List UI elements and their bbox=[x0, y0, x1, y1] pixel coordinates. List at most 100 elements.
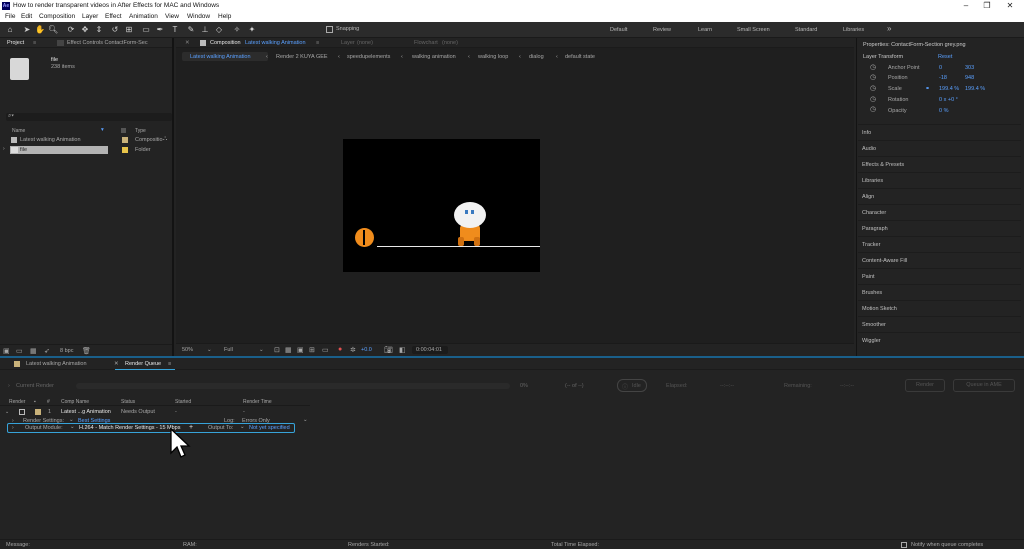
menu-help[interactable]: Help bbox=[218, 13, 231, 20]
rectangle-tool-icon[interactable]: ▭ bbox=[141, 25, 151, 35]
trash-icon[interactable]: 🗑︎ bbox=[82, 347, 91, 355]
tab-composition-name[interactable]: Latest walking Animation bbox=[245, 40, 306, 46]
dolly-tool-icon[interactable]: ⇕ bbox=[94, 25, 104, 35]
panel-character[interactable]: Character bbox=[862, 210, 886, 216]
property-value[interactable]: 0 bbox=[939, 65, 942, 71]
maximize-icon[interactable]: ❐ bbox=[981, 1, 993, 11]
hand-tool-icon[interactable]: ✋ bbox=[35, 25, 45, 35]
list-item[interactable]: Latest walking Animation Compositio ⛬ bbox=[0, 136, 172, 145]
zoom-dropdown[interactable]: 50% bbox=[182, 347, 193, 353]
stopwatch-icon[interactable]: ◷ bbox=[870, 95, 876, 103]
pan-behind-tool-icon[interactable]: ⊞ bbox=[124, 25, 134, 35]
panel-align[interactable]: Align bbox=[862, 194, 874, 200]
channel-icon[interactable]: ● bbox=[338, 346, 342, 353]
column-started[interactable]: Started bbox=[175, 399, 191, 405]
timecode-field[interactable]: 0:00:04:01 bbox=[412, 346, 448, 354]
panel-motion-sketch[interactable]: Motion Sketch bbox=[862, 306, 897, 312]
pan-tool-icon[interactable]: ✥ bbox=[80, 25, 90, 35]
menu-composition[interactable]: Composition bbox=[39, 13, 75, 20]
output-module-row[interactable]: › Output Module: ⌄ H.264 - Match Render … bbox=[7, 423, 295, 433]
menu-effect[interactable]: Effect bbox=[105, 13, 122, 20]
breadcrumb-item[interactable]: Render 2 KUYA GEE bbox=[276, 54, 328, 60]
panel-content-aware-fill[interactable]: Content-Aware Fill bbox=[862, 258, 907, 264]
column-comp-name[interactable]: Comp Name bbox=[61, 399, 89, 405]
breadcrumb-item[interactable]: dialog bbox=[529, 54, 544, 60]
panel-wiggler[interactable]: Wiggler bbox=[862, 338, 881, 344]
clone-stamp-tool-icon[interactable]: ⊥ bbox=[200, 25, 210, 35]
close-tab-icon[interactable]: ✕ bbox=[185, 40, 190, 46]
tab-effect-controls[interactable]: Effect Controls ContactForm-Sec bbox=[67, 40, 148, 46]
panel-libraries[interactable]: Libraries bbox=[862, 178, 883, 184]
mask-visibility-icon[interactable]: ▣ bbox=[297, 346, 304, 354]
close-tab-icon[interactable]: ✕ bbox=[114, 361, 119, 367]
breadcrumb-item[interactable]: speedupelements bbox=[347, 54, 390, 60]
menu-layer[interactable]: Layer bbox=[82, 13, 98, 20]
snapshot-icon[interactable]: 📷︎ bbox=[384, 346, 393, 354]
new-composition-icon[interactable]: ▦ bbox=[30, 347, 37, 355]
exposure-value[interactable]: +0.0 bbox=[361, 347, 372, 353]
menu-edit[interactable]: Edit bbox=[21, 13, 32, 20]
property-value[interactable]: -18 bbox=[939, 75, 947, 81]
tab-composition[interactable]: Composition bbox=[210, 40, 241, 46]
tab-menu-icon[interactable]: ≡ bbox=[168, 361, 171, 367]
menu-view[interactable]: View bbox=[165, 13, 179, 20]
column-status[interactable]: Status bbox=[121, 399, 135, 405]
output-to-value[interactable]: Not yet specified bbox=[249, 425, 290, 431]
expand-arrow-icon[interactable]: › bbox=[8, 383, 10, 389]
sort-icon[interactable]: ▾ bbox=[101, 127, 104, 133]
breadcrumb-item[interactable]: walking loop bbox=[478, 54, 508, 60]
chevron-down-icon[interactable]: ⌄ bbox=[240, 424, 245, 430]
notify-checkbox[interactable] bbox=[901, 542, 907, 548]
bpc-label[interactable]: 8 bpc bbox=[60, 348, 73, 354]
interpret-footage-icon[interactable]: ▣ bbox=[3, 347, 10, 355]
chevron-down-icon[interactable]: ⌄ bbox=[259, 347, 264, 353]
selection-tool-icon[interactable]: ➤ bbox=[22, 25, 32, 35]
toggle-3d-icon[interactable]: ▭ bbox=[322, 346, 329, 354]
stopwatch-icon[interactable]: ◷ bbox=[870, 73, 876, 81]
breadcrumb-item[interactable]: walking animation bbox=[412, 54, 456, 60]
panel-smoother[interactable]: Smoother bbox=[862, 322, 886, 328]
stopwatch-icon[interactable]: ◷ bbox=[870, 105, 876, 113]
eraser-tool-icon[interactable]: ◇ bbox=[214, 25, 224, 35]
breadcrumb-item[interactable]: Latest walking Animation bbox=[190, 54, 251, 60]
project-search-input[interactable]: ⌕▾ bbox=[6, 113, 172, 121]
new-folder-icon[interactable]: ▭ bbox=[16, 347, 23, 355]
column-render[interactable]: Render bbox=[9, 399, 25, 405]
guides-icon[interactable]: ⊞ bbox=[309, 346, 315, 354]
render-button[interactable]: Render bbox=[905, 379, 945, 392]
chevron-down-icon[interactable]: ⌄ bbox=[70, 424, 75, 430]
table-row[interactable]: ⌄ 1 Latest ...g Animation Needs Output -… bbox=[0, 408, 310, 417]
panel-info[interactable]: Info bbox=[862, 130, 871, 136]
orbit-tool-icon[interactable]: ⟳ bbox=[66, 25, 76, 35]
color-management-icon[interactable]: ✲ bbox=[350, 346, 356, 354]
expand-arrow-icon[interactable]: › bbox=[12, 425, 14, 431]
workspace-libraries[interactable]: Libraries bbox=[843, 27, 864, 33]
column-number[interactable]: # bbox=[47, 399, 50, 405]
workspace-learn[interactable]: Learn bbox=[698, 27, 712, 33]
column-render-time[interactable]: Render Time bbox=[243, 399, 272, 405]
resolution-dropdown[interactable]: Full bbox=[224, 347, 233, 353]
menu-file[interactable]: File bbox=[5, 13, 15, 20]
chevron-down-icon[interactable]: ⌄ bbox=[303, 417, 308, 423]
property-value[interactable]: 948 bbox=[965, 75, 974, 81]
dependencies-icon[interactable]: ➶ bbox=[44, 347, 50, 355]
property-value[interactable]: 199.4 % bbox=[939, 86, 959, 92]
stopwatch-icon[interactable]: ◷ bbox=[870, 84, 876, 92]
type-tool-icon[interactable]: T bbox=[170, 25, 180, 35]
queue-in-ame-button[interactable]: Queue in AME bbox=[953, 379, 1015, 392]
menu-animation[interactable]: Animation bbox=[129, 13, 158, 20]
property-value[interactable]: 303 bbox=[965, 65, 974, 71]
rotation-tool-icon[interactable]: ↺ bbox=[110, 25, 120, 35]
panel-effects-presets[interactable]: Effects & Presets bbox=[862, 162, 904, 168]
pen-tool-icon[interactable]: ✒ bbox=[155, 25, 165, 35]
menu-window[interactable]: Window bbox=[187, 13, 210, 20]
minimize-icon[interactable]: – bbox=[960, 1, 972, 11]
property-value[interactable]: 0 % bbox=[939, 108, 948, 114]
tab-flowchart[interactable]: Flowchart bbox=[414, 40, 438, 46]
output-module-value[interactable]: H.264 - Match Render Settings - 15 Mbps bbox=[79, 425, 181, 431]
collapse-arrow-icon[interactable]: ⌄ bbox=[5, 409, 9, 415]
flowchart-icon[interactable]: ⛬ bbox=[163, 136, 167, 143]
tab-render-queue[interactable]: Render Queue bbox=[125, 361, 161, 367]
region-of-interest-icon[interactable]: ⊡ bbox=[274, 346, 280, 354]
roto-brush-tool-icon[interactable]: ✧ bbox=[232, 25, 242, 35]
